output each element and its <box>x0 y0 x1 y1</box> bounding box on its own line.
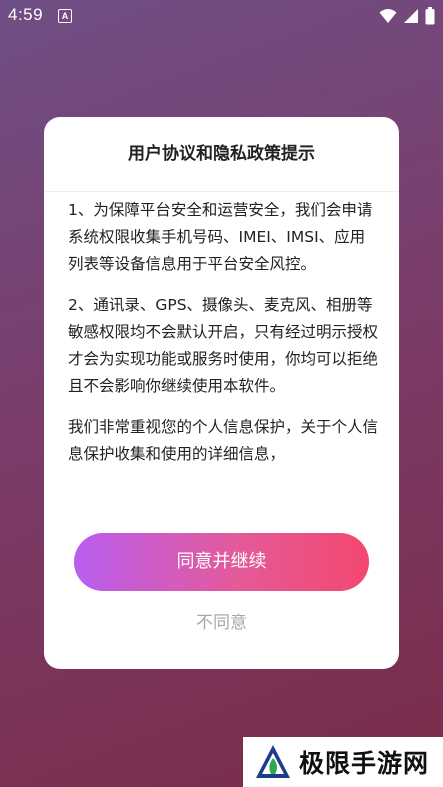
disagree-button[interactable]: 不同意 <box>44 605 399 641</box>
dialog-paragraph: 我们非常重视您的个人信息保护，关于个人信息保护收集和使用的详细信息， <box>68 418 378 463</box>
site-logo-icon <box>256 745 290 778</box>
dialog-title: 用户协议和隐私政策提示 <box>44 117 399 192</box>
dialog-paragraph: 2、通讯录、GPS、摄像头、麦克风、相册等敏感权限均不会默认开启，只有经过明示授… <box>68 296 378 395</box>
dialog-paragraph: 1、为保障平台安全和运营安全，我们会申请系统权限收集手机号码、IMEI、IMSI… <box>68 201 373 273</box>
app-notification-icon: A <box>58 9 72 23</box>
watermark-text: 极限手游网 <box>299 749 430 778</box>
agree-button[interactable]: 同意并继续 <box>74 533 369 591</box>
signal-icon <box>404 9 418 23</box>
wifi-icon <box>379 9 397 23</box>
dialog-body[interactable]: 1、为保障平台安全和运营安全，我们会申请系统权限收集手机号码、IMEI、IMSI… <box>68 197 378 507</box>
status-bar: 4:59 A <box>0 0 443 32</box>
privacy-dialog: 用户协议和隐私政策提示 1、为保障平台安全和运营安全，我们会申请系统权限收集手机… <box>44 117 399 669</box>
battery-icon <box>425 7 435 25</box>
site-watermark: 极限手游网 <box>243 737 443 787</box>
status-icons <box>379 6 435 26</box>
status-time: 4:59 <box>8 5 44 24</box>
